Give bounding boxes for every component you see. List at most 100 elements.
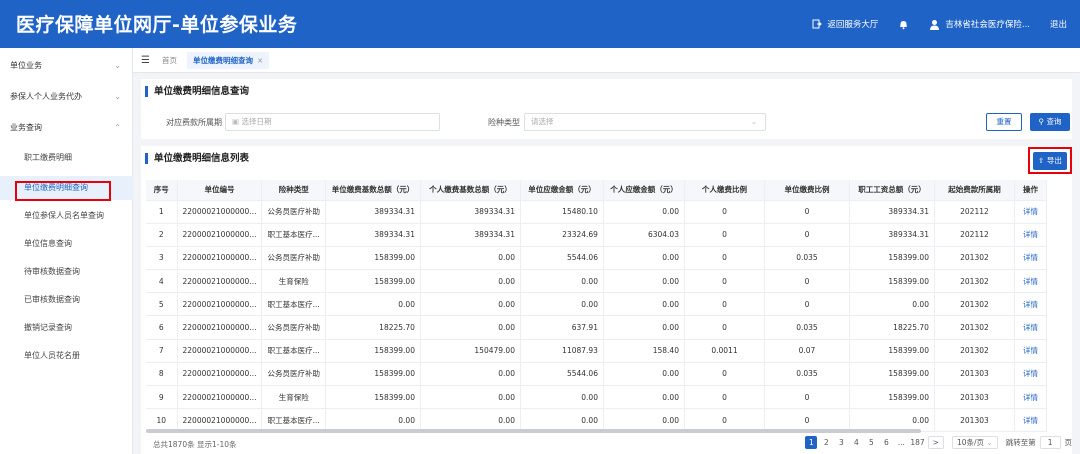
sidebar-item-reviewed[interactable]: 已审核数据查询 (0, 288, 133, 312)
type-label: 险种类型 (488, 118, 520, 127)
table-cell: 0 (684, 385, 765, 410)
table-cell: 公务员医疗补助 (261, 200, 326, 224)
sidebar-item-pending-review[interactable]: 待审核数据查询 (0, 260, 133, 284)
chevron-down-icon: ⌄ (114, 92, 121, 101)
back-to-hall-link[interactable]: 返回服务大厅 (812, 18, 878, 30)
details-link[interactable]: 详情 (1014, 408, 1047, 433)
sidebar-item-label: 单位人员花名册 (24, 351, 80, 360)
sidebar-group-personal-agent[interactable]: 参保人个人业务代办 ⌄ (0, 83, 133, 111)
logout-label: 退出 (1049, 20, 1067, 30)
table-cell: 22000021000000... (177, 269, 263, 294)
menu-toggle-icon[interactable]: ☰ (141, 55, 150, 66)
table-cell: 9 (146, 385, 178, 410)
page-size-select[interactable]: 10条/页 ⌄ (951, 436, 998, 449)
page-number[interactable]: 2 (820, 436, 832, 449)
table-cell: 389334.31 (325, 223, 421, 247)
details-link[interactable]: 详情 (1014, 223, 1047, 247)
export-label: 导出 (1046, 156, 1062, 165)
sidebar-item-unit-payment-query[interactable]: 单位缴费明细查询 (0, 176, 133, 200)
table-cell: 158399.00 (849, 269, 935, 294)
payment-table: 序号 单位编号 险种类型 单位缴费基数总额（元） 个人缴费基数总额（元） 单位应缴金额（元… (146, 180, 1047, 433)
table-cell: 0 (764, 200, 850, 224)
user-menu[interactable]: 吉林省社会医疗保险... (929, 18, 1030, 30)
table-cell: 2 (146, 223, 178, 247)
table-cell: 201303 (934, 408, 1015, 433)
period-date-input[interactable]: ▣ 选择日期 (225, 113, 440, 131)
column-header: 操作 (1014, 180, 1047, 201)
sidebar-item-revoke-records[interactable]: 撤销记录查询 (0, 316, 133, 340)
tab-home[interactable]: 首页 (162, 55, 177, 66)
details-link[interactable]: 详情 (1014, 246, 1047, 271)
close-icon[interactable]: × (257, 56, 263, 65)
sidebar-item-label: 单位缴费明细查询 (24, 183, 88, 192)
details-link[interactable]: 详情 (1014, 385, 1047, 410)
table-cell: 0.035 (764, 362, 850, 387)
table-cell: 6304.03 (603, 223, 685, 247)
details-link[interactable]: 详情 (1014, 269, 1047, 294)
notification-bell[interactable] (898, 19, 909, 30)
table-cell: 202112 (934, 200, 1015, 224)
export-button[interactable]: ⇧ 导出 (1033, 152, 1067, 170)
sidebar-group-unit-business[interactable]: 单位业务 ⌄ (0, 52, 133, 80)
table-cell: 158399.00 (325, 385, 421, 410)
details-link[interactable]: 详情 (1014, 292, 1047, 317)
table-cell: 158399.00 (849, 362, 935, 387)
table-cell: 0 (684, 315, 765, 340)
table-cell: 0.00 (420, 385, 521, 410)
table-cell: 0.00 (520, 385, 604, 410)
sidebar-group-query[interactable]: 业务查询 ⌃ (0, 114, 133, 142)
chevron-down-icon: ⌄ (750, 117, 757, 126)
type-placeholder: 请选择 (531, 117, 554, 126)
insurance-type-select[interactable]: 请选择 ⌄ (524, 113, 766, 131)
horizontal-scrollbar[interactable] (146, 429, 921, 433)
sidebar-item-unit-info[interactable]: 单位信息查询 (0, 232, 133, 256)
table-cell: 22000021000000... (177, 292, 263, 317)
page-number[interactable]: 187 (910, 436, 924, 449)
table-row: 3 22000021000000... 公务员医疗补助 158399.00 0.00 55… (146, 246, 1047, 271)
column-header: 险种类型 (261, 180, 326, 201)
table-cell: 201303 (934, 362, 1015, 387)
table-cell: 0.035 (764, 315, 850, 340)
table-cell: 0.00 (420, 269, 521, 294)
table-cell: 158399.00 (849, 246, 935, 271)
table-cell: 0.00 (420, 362, 521, 387)
table-cell: 4 (146, 269, 178, 294)
page-number[interactable]: 6 (880, 436, 892, 449)
next-page-button[interactable]: > (927, 436, 944, 449)
bell-icon (900, 20, 908, 29)
table-cell: 公务员医疗补助 (261, 246, 326, 271)
table-cell: 6 (146, 315, 178, 340)
app-title: 医疗保障单位网厅-单位参保业务 (16, 14, 298, 36)
sidebar-item-roster[interactable]: 单位人员花名册 (0, 344, 133, 368)
details-link[interactable]: 详情 (1014, 362, 1047, 387)
reset-button[interactable]: 重置 (986, 113, 1022, 131)
table-cell: 0.00 (420, 292, 521, 317)
pagination: 1 2 3 4 5 6... 187 >10条/页 ⌄ 跳转至第 1 页 (805, 436, 1072, 449)
page-number[interactable]: 1 (805, 436, 818, 449)
page-number[interactable]: 3 (835, 436, 847, 449)
table-cell: 22000021000000... (177, 362, 263, 387)
table-cell: 22000021000000... (177, 246, 263, 271)
sidebar-item-insured-list[interactable]: 单位参保人员名单查询 (0, 204, 133, 228)
sidebar-item-employee-payment[interactable]: 职工缴费明细 (0, 146, 133, 170)
table-cell: 0.00 (603, 246, 685, 271)
header-actions: 返回服务大厅 吉林省社会医疗保险... 退出 (812, 0, 1080, 48)
details-link[interactable]: 详情 (1014, 339, 1047, 363)
table-row: 8 22000021000000... 公务员医疗补助 158399.00 0.00 55… (146, 362, 1047, 387)
table-cell: 0 (764, 223, 850, 247)
search-button[interactable]: ⚲ 查询 (1030, 113, 1070, 131)
table-cell: 389334.31 (420, 200, 521, 224)
table-cell: 201302 (934, 269, 1015, 294)
tab-unit-payment-query[interactable]: 单位缴费明细查询 × (186, 51, 270, 69)
page-number[interactable]: 4 (850, 436, 862, 449)
details-link[interactable]: 详情 (1014, 315, 1047, 340)
table-cell: 职工基本医疗... (261, 223, 326, 247)
sidebar: 单位业务 ⌄ 参保人个人业务代办 ⌄ 业务查询 ⌃ 职工缴费明细 单位缴费明细查… (0, 48, 133, 454)
logout-button[interactable]: 退出 (1050, 18, 1067, 30)
chevron-down-icon: ⌄ (984, 438, 993, 447)
sidebar-item-label: 撤销记录查询 (24, 323, 72, 332)
table-cell: 0.00 (325, 292, 421, 317)
jump-page-input[interactable]: 1 (1039, 436, 1061, 449)
page-number[interactable]: 5 (865, 436, 877, 449)
details-link[interactable]: 详情 (1014, 200, 1047, 224)
